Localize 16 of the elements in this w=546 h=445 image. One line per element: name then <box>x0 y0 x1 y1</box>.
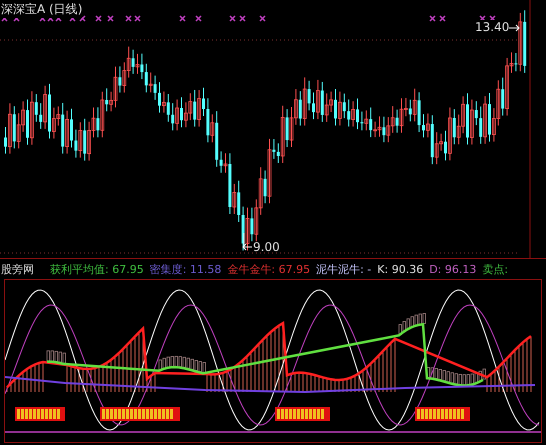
indicator-name: 股旁网 <box>1 262 34 276</box>
signal-bar <box>415 407 470 421</box>
legend-item: 卖点: <box>482 262 508 276</box>
legend-item: D: 96.13 <box>429 262 476 276</box>
low-price-label: 9.00 <box>253 240 280 254</box>
legend-item: 密集度: 11.58 <box>150 262 222 276</box>
legend-item: 金牛金牛: 67.95 <box>227 262 310 276</box>
legend-item: 泥牛泥牛: - <box>316 262 372 276</box>
arrow-icon <box>242 232 252 250</box>
legend-item: 获利平均值: 67.95 <box>50 262 144 276</box>
legend-item: K: 90.36 <box>377 262 424 276</box>
signal-bar <box>275 407 330 421</box>
signal-bar <box>15 407 65 421</box>
arrow-icon <box>508 24 520 32</box>
high-price-label: 13.40 <box>475 20 510 34</box>
chart-title: 深深宝A (日线) <box>1 1 82 18</box>
